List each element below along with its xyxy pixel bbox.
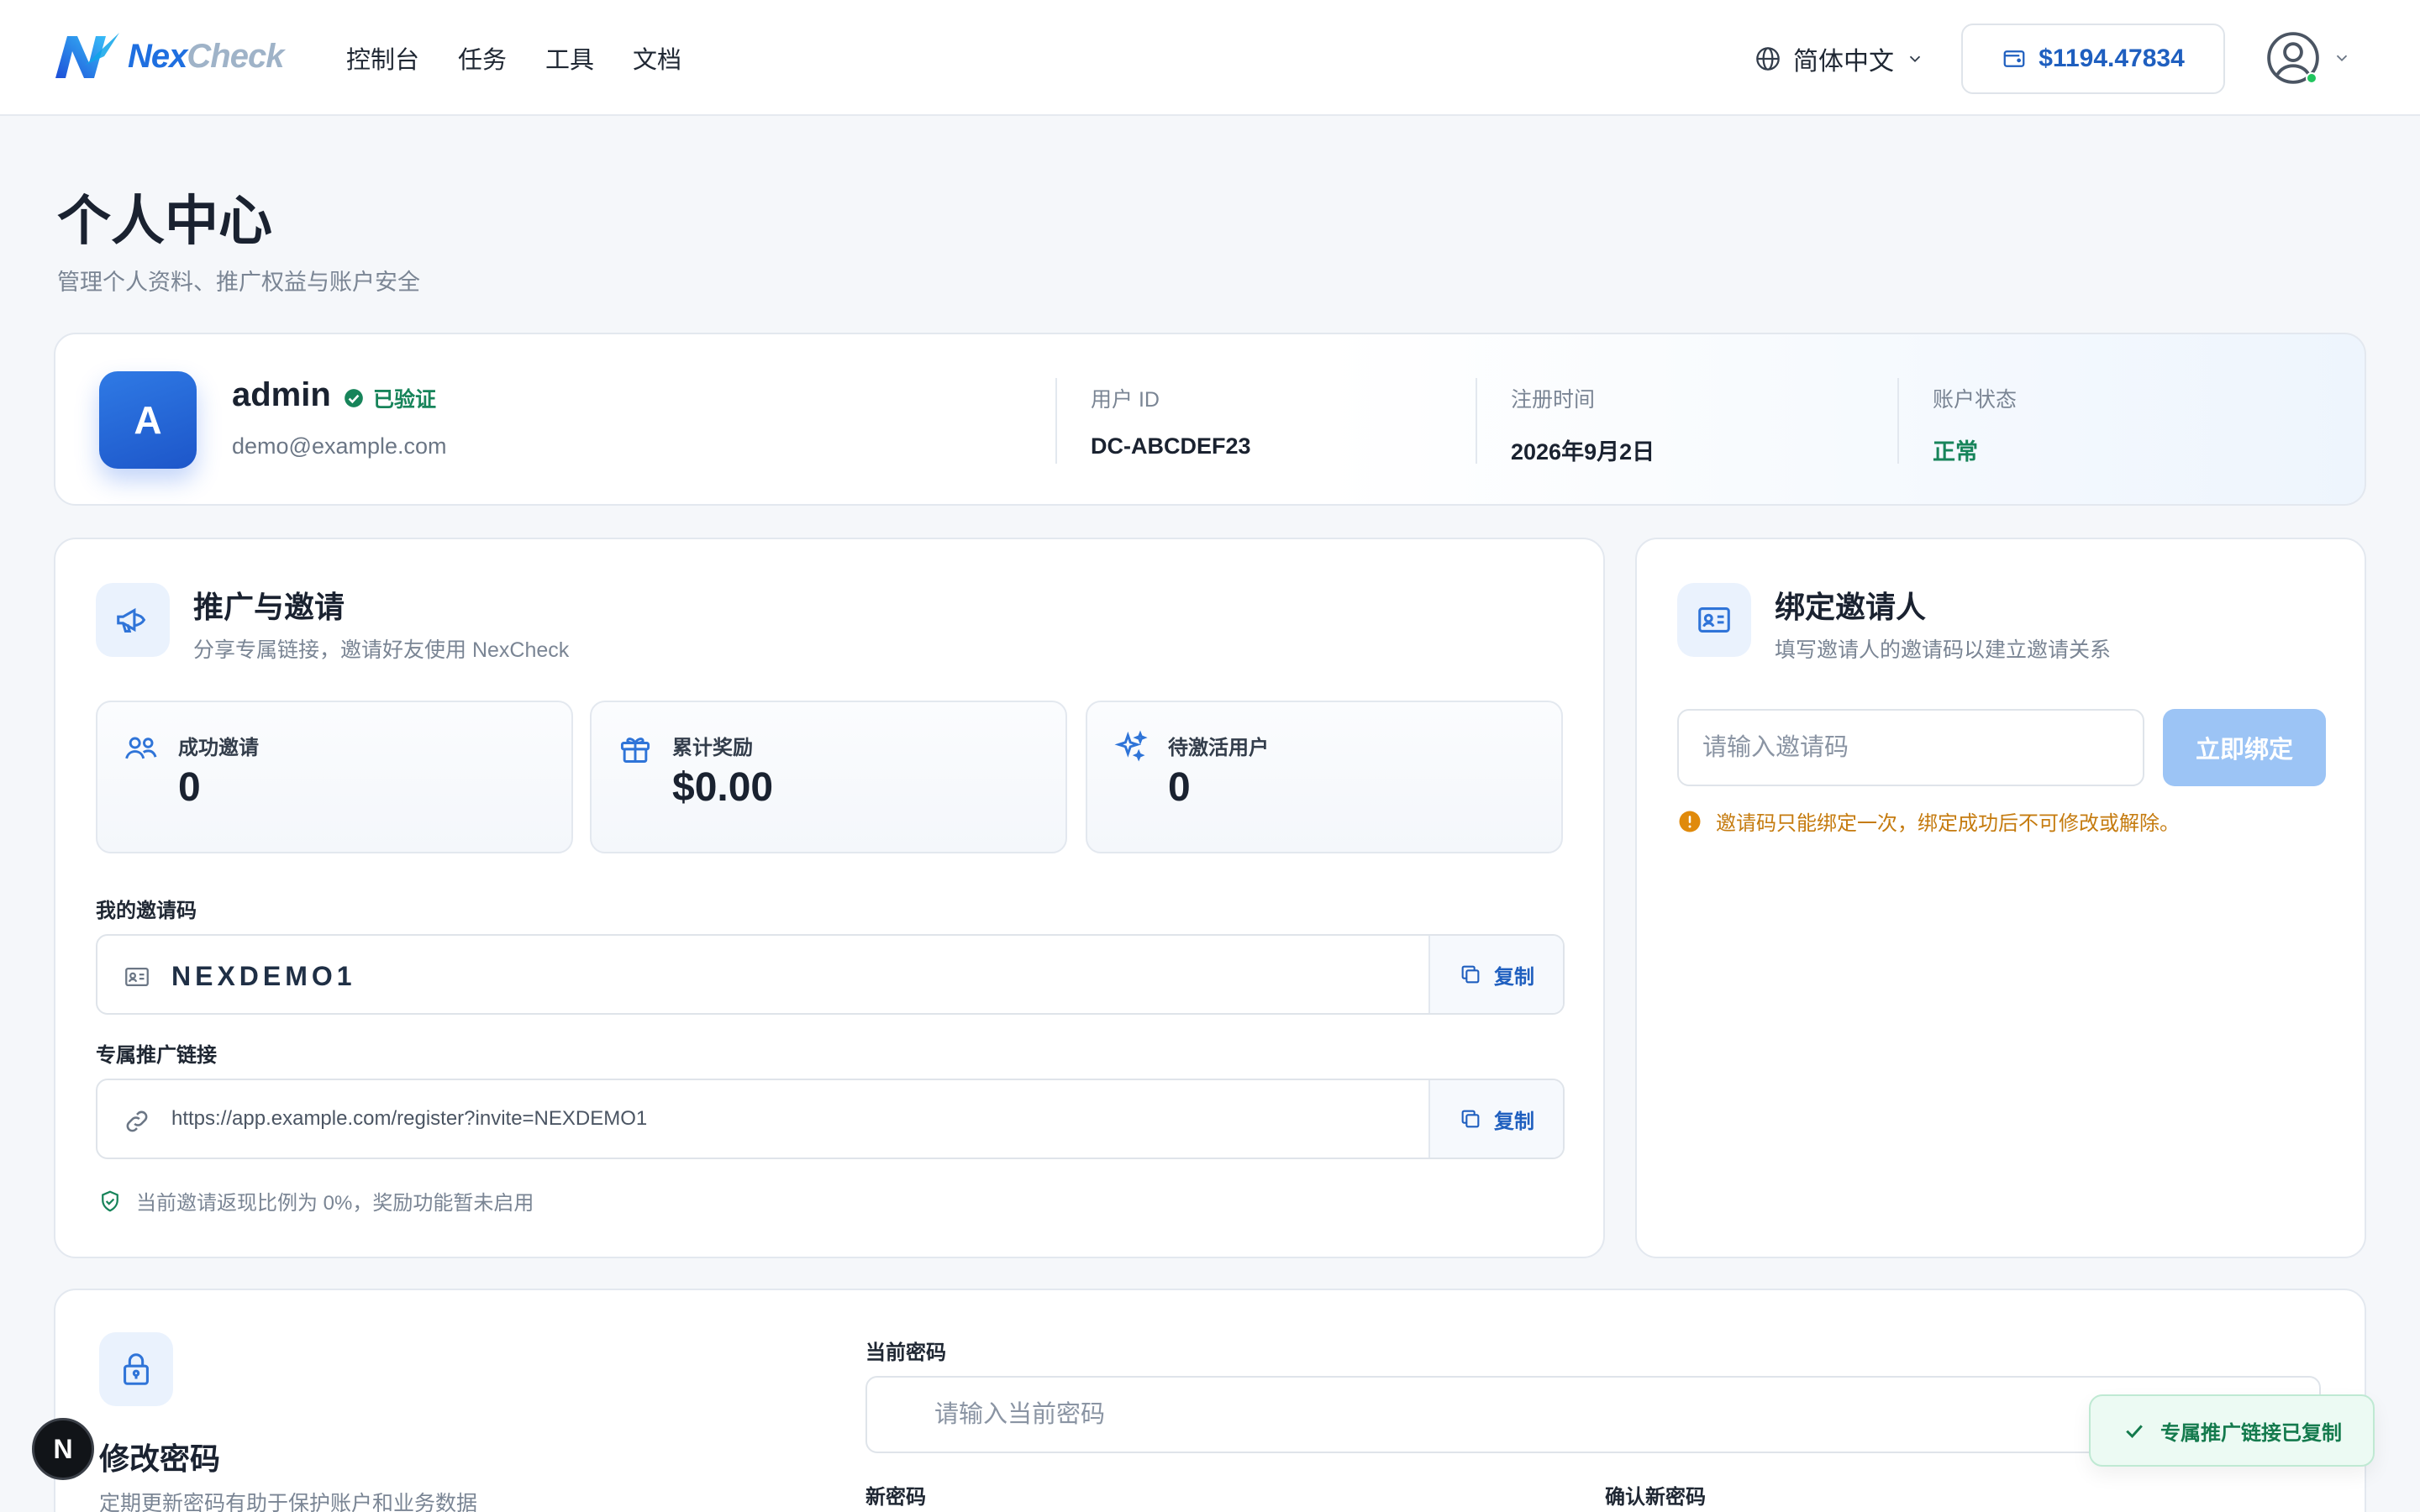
language-selector[interactable]: 简体中文: [1754, 40, 1924, 77]
shield-check-icon: [102, 1190, 118, 1212]
id-card-icon: [125, 967, 149, 987]
nav-dashboard[interactable]: 控制台: [346, 40, 419, 76]
promo-subtitle: 分享专属链接，邀请好友使用 NexCheck: [193, 638, 570, 662]
main-nav: 控制台 任务 工具 文档: [346, 40, 681, 76]
balance-value: $1194.47834: [2039, 45, 2185, 72]
bind-inviter-card: 绑定邀请人 填写邀请人的邀请码以建立邀请关系 立即绑定 邀请码只能绑定一次，绑定…: [1635, 538, 2366, 1258]
rebate-note-text: 当前邀请返现比例为 0%，奖励功能暂未启用: [136, 1192, 534, 1215]
invite-code-label: 我的邀请码: [96, 900, 197, 922]
stat-value: DC-ABCDEF23: [1091, 433, 1251, 459]
toast-message: 专属推广链接已复制: [2160, 1421, 2342, 1445]
current-password-label: 当前密码: [865, 1341, 946, 1364]
stat-label: 用户 ID: [1091, 388, 1160, 412]
megaphone-icon: [117, 607, 146, 633]
verified-badge: 已验证: [343, 383, 436, 413]
copy-promo-link-button[interactable]: 复制: [1428, 1080, 1563, 1158]
copy-success-toast: 专属推广链接已复制: [2089, 1394, 2375, 1467]
stat-value: $0.00: [672, 765, 774, 810]
stat-value: 0: [178, 765, 201, 810]
lock-icon-box: [99, 1332, 173, 1406]
dev-tools-badge[interactable]: N: [32, 1418, 94, 1480]
promo-link-label: 专属推广链接: [96, 1044, 217, 1067]
globe-icon: [1756, 47, 1780, 71]
invite-code-value: NEXDEMO1: [171, 961, 356, 991]
copy-icon: [1461, 965, 1480, 984]
user-email: demo@example.com: [232, 433, 447, 459]
chevron-down-icon: [1909, 55, 1921, 63]
id-card-icon-box: [1677, 583, 1751, 657]
alert-circle-icon: [1679, 811, 1701, 832]
rebate-note: 当前邀请返现比例为 0%，奖励功能暂未启用: [97, 1186, 534, 1215]
page-title: 个人中心: [57, 191, 272, 251]
stat-label: 成功邀请: [178, 737, 259, 759]
password-title: 修改密码: [99, 1441, 221, 1476]
wallet-balance-button[interactable]: $1194.47834: [1961, 24, 2225, 94]
id-card-icon: [1698, 607, 1730, 633]
promo-link-value: https://app.example.com/register?invite=…: [171, 1107, 648, 1130]
sparkles-icon: [1114, 730, 1148, 762]
bind-title: 绑定邀请人: [1775, 590, 1927, 624]
new-password-label: 新密码: [865, 1486, 926, 1509]
promo-title: 推广与邀请: [193, 590, 345, 624]
nav-tasks[interactable]: 任务: [458, 40, 507, 76]
successful-invites-stat: 成功邀请 0: [96, 701, 573, 853]
stat-label: 注册时间: [1511, 388, 1596, 412]
profile-avatar: A: [99, 371, 197, 469]
stat-label: 累计奖励: [672, 737, 753, 759]
logo-wordmark: NexCheck: [128, 37, 284, 75]
bind-subtitle: 填写邀请人的邀请码以建立邀请关系: [1775, 638, 2112, 662]
register-time-stat: 注册时间 2026年9月2日: [1476, 378, 1862, 465]
wallet-icon: [2003, 50, 2025, 67]
copy-label: 复制: [1494, 965, 1534, 989]
bind-warning: 邀请码只能绑定一次，绑定成功后不可修改或解除。: [1677, 806, 2180, 836]
gift-icon: [620, 738, 650, 763]
user-menu[interactable]: [2265, 30, 2351, 86]
user-id-stat: 用户 ID DC-ABCDEF23: [1055, 378, 1442, 464]
change-password-card: 修改密码 定期更新密码有助于保护账户和业务数据 当前密码 新密码 确认新密码: [54, 1289, 2366, 1512]
copy-icon: [1461, 1110, 1480, 1128]
nexcheck-logo[interactable]: NexCheck: [52, 30, 284, 82]
account-status-stat: 账户状态 正常: [1897, 378, 2284, 465]
megaphone-icon-box: [96, 583, 170, 657]
promo-link-field: https://app.example.com/register?invite=…: [96, 1079, 1565, 1159]
bind-warning-text: 邀请码只能绑定一次，绑定成功后不可修改或解除。: [1716, 812, 2180, 835]
invite-code-input[interactable]: [1677, 709, 2144, 786]
copy-label: 复制: [1494, 1110, 1534, 1133]
logo-mark-icon: [55, 33, 119, 78]
total-rewards-stat: 累计奖励 $0.00: [590, 701, 1067, 853]
profile-summary-card: A admin 已验证 demo@example.com 用户 ID DC-AB…: [54, 333, 2366, 506]
username: admin: [232, 376, 331, 413]
top-navigation-bar: NexCheck 控制台 任务 工具 文档 简体中文 $1194.47834: [0, 0, 2420, 116]
users-icon: [125, 737, 157, 759]
stat-value: 2026年9月2日: [1511, 439, 1655, 465]
link-icon: [126, 1110, 148, 1132]
invite-code-field: NEXDEMO1 复制: [96, 934, 1565, 1015]
pending-users-stat: 待激活用户 0: [1086, 701, 1563, 853]
user-avatar: [2265, 30, 2321, 86]
password-subtitle: 定期更新密码有助于保护账户和业务数据: [99, 1492, 478, 1512]
stat-label: 账户状态: [1933, 388, 2018, 412]
check-icon: [2126, 1425, 2143, 1439]
verified-label: 已验证: [373, 388, 437, 412]
confirm-password-label: 确认新密码: [1605, 1486, 1706, 1509]
stat-value: 0: [1168, 765, 1191, 810]
bind-now-button[interactable]: 立即绑定: [2163, 709, 2326, 786]
copy-invite-code-button[interactable]: 复制: [1428, 936, 1563, 1013]
nav-docs[interactable]: 文档: [633, 40, 681, 76]
language-label: 简体中文: [1793, 48, 1894, 76]
promotion-invite-card: 推广与邀请 分享专属链接，邀请好友使用 NexCheck 成功邀请 0 累计奖励…: [54, 538, 1605, 1258]
chevron-down-icon: [2336, 55, 2348, 62]
nav-tools[interactable]: 工具: [545, 40, 594, 76]
page-subtitle: 管理个人资料、推广权益与账户安全: [57, 270, 420, 295]
online-status-dot: [2306, 72, 2317, 84]
stat-label: 待激活用户: [1168, 737, 1269, 759]
check-circle-icon: [345, 389, 363, 407]
lock-icon: [124, 1353, 149, 1385]
stat-value: 正常: [1933, 439, 1978, 465]
